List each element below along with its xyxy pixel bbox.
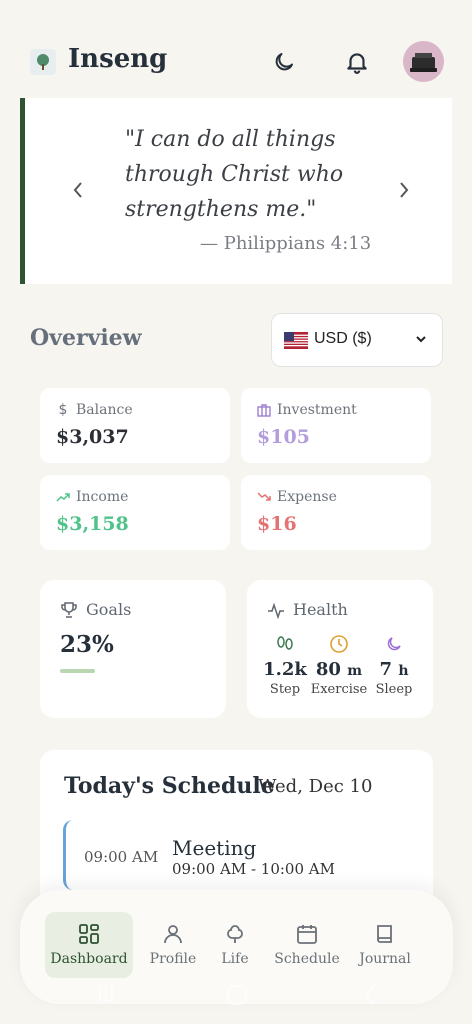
sleep-value-row: 7 h <box>364 659 424 680</box>
trending-down-icon <box>257 492 271 501</box>
tree-icon <box>227 925 243 943</box>
verse-text: "I can do all things through Christ who … <box>125 122 385 227</box>
expense-label: Expense <box>277 489 337 505</box>
notifications-button[interactable] <box>341 46 373 78</box>
sleep-metric: 7 h Sleep <box>364 633 424 697</box>
chevron-down-icon <box>416 336 426 343</box>
exercise-value: 80 <box>315 659 341 680</box>
calendar-icon <box>297 925 317 944</box>
moon-icon <box>275 53 293 71</box>
verse-card: "I can do all things through Christ who … <box>20 98 452 284</box>
footprints-icon <box>277 636 293 650</box>
grid-icon <box>79 924 99 944</box>
balance-card[interactable]: $ Balance $3,037 <box>40 388 230 463</box>
investment-card[interactable]: Investment $105 <box>241 388 431 463</box>
nav-label: Journal <box>359 951 411 967</box>
pulse-icon <box>268 602 284 619</box>
logo-icon <box>30 49 56 75</box>
goals-value: 23% <box>60 631 114 658</box>
balance-label-row: $ Balance <box>56 402 133 418</box>
nav-schedule[interactable]: Schedule <box>272 912 342 978</box>
verse-line: "I can do all things <box>125 127 336 152</box>
currency-label: USD ($) <box>314 330 372 347</box>
exercise-value-row: 80 m <box>309 659 369 680</box>
sleep-label: Sleep <box>375 682 413 697</box>
goals-progress-bar <box>60 669 95 673</box>
income-label-row: Income <box>56 489 128 505</box>
bell-icon <box>347 53 367 74</box>
home-icon[interactable] <box>226 984 248 1006</box>
trending-up-icon <box>56 493 70 502</box>
app-title: Inseng <box>68 44 168 74</box>
verse-line: through Christ who <box>125 162 344 187</box>
income-value: $3,158 <box>56 513 129 535</box>
schedule-title: Today's Schedule <box>64 773 275 799</box>
recent-apps-icon[interactable] <box>96 984 116 1004</box>
nav-label: Life <box>221 951 249 967</box>
exercise-unit: m <box>347 663 363 679</box>
book-icon <box>377 925 392 943</box>
nav-journal[interactable]: Journal <box>358 912 412 978</box>
briefcase-icon <box>257 404 271 417</box>
event-title: Meeting <box>172 836 257 860</box>
exercise-metric: 80 m Exercise <box>309 633 369 697</box>
balance-value: $3,037 <box>56 426 129 448</box>
previous-verse-button[interactable] <box>67 176 89 204</box>
trophy-icon <box>61 601 77 618</box>
dollar-icon: $ <box>58 402 68 418</box>
moon-icon <box>387 637 401 651</box>
income-label: Income <box>76 489 129 505</box>
steps-label: Step <box>269 682 301 697</box>
user-icon <box>164 925 182 944</box>
expense-label-row: Expense <box>257 489 337 505</box>
back-icon[interactable] <box>362 984 378 1006</box>
next-verse-button[interactable] <box>393 176 415 204</box>
nav-life[interactable]: Life <box>215 912 255 978</box>
investment-label-row: Investment <box>257 402 357 418</box>
income-card[interactable]: Income $3,158 <box>40 475 230 550</box>
schedule-date: Wed, Dec 10 <box>258 776 373 797</box>
expense-card[interactable]: Expense $16 <box>241 475 431 550</box>
clock-icon <box>330 635 348 653</box>
health-label-row: Health <box>267 600 348 619</box>
chevron-left-icon <box>73 182 82 198</box>
balance-label: Balance <box>76 402 133 418</box>
sleep-value: 7 <box>379 659 393 680</box>
nav-label: Schedule <box>274 951 340 967</box>
overview-title: Overview <box>30 325 142 351</box>
theme-toggle-button[interactable] <box>268 46 300 78</box>
investment-label: Investment <box>277 402 357 418</box>
steps-metric: 1.2k Step <box>255 633 315 697</box>
expense-value: $16 <box>257 513 297 535</box>
system-nav-bar <box>0 980 472 1010</box>
goals-label: Goals <box>86 600 132 619</box>
avatar[interactable] <box>403 41 444 82</box>
chevron-right-icon <box>400 182 409 198</box>
verse-line: strengthens me." <box>125 197 317 222</box>
nav-profile[interactable]: Profile <box>148 912 198 978</box>
investment-value: $105 <box>257 426 310 448</box>
us-flag-icon <box>284 332 308 349</box>
currency-select[interactable]: USD ($) <box>271 313 443 367</box>
nav-dashboard[interactable]: Dashboard <box>45 912 133 978</box>
health-card[interactable]: Health 1.2k Step 80 m Exercise 7 h Sleep <box>247 580 433 718</box>
steps-value: 1.2k <box>263 659 307 680</box>
event-time-range: 09:00 AM - 10:00 AM <box>172 860 335 878</box>
verse-reference: — Philippians 4:13 <box>200 233 372 254</box>
sleep-unit: h <box>398 663 409 679</box>
goals-card[interactable]: Goals 23% <box>40 580 226 718</box>
health-label: Health <box>293 600 348 619</box>
exercise-label: Exercise <box>310 682 368 697</box>
nav-label: Dashboard <box>50 951 128 967</box>
app-header: Inseng <box>0 40 472 84</box>
goals-label-row: Goals <box>60 600 131 619</box>
status-bar <box>0 0 472 40</box>
event-time: 09:00 AM <box>84 848 159 866</box>
nav-label: Profile <box>149 951 197 967</box>
schedule-event[interactable]: 09:00 AM Meeting 09:00 AM - 10:00 AM <box>63 820 403 890</box>
